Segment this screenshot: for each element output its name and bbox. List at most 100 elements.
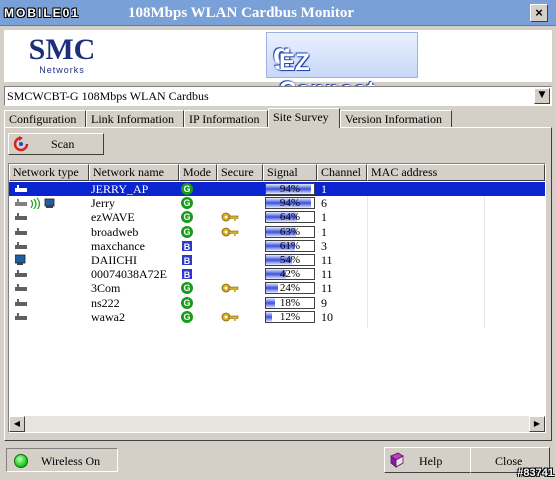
horizontal-scrollbar[interactable]: ◀ ▶ — [9, 416, 545, 432]
access-point-icon — [15, 270, 27, 278]
tab-version-information[interactable]: Version Information — [340, 110, 452, 128]
computer-icon — [15, 254, 26, 265]
table-row[interactable]: ezWAVE G 64% 1 — [9, 210, 485, 224]
mode-g-icon: G — [181, 296, 193, 309]
scan-button[interactable]: Scan — [8, 133, 104, 155]
column-header-secure[interactable]: Secure — [217, 164, 263, 181]
help-button-label: Help — [419, 454, 443, 468]
help-book-icon — [390, 452, 404, 468]
adhoc-network-icon — [15, 197, 55, 210]
channel-value: 11 — [321, 281, 333, 296]
window-close-button[interactable]: × — [530, 4, 548, 22]
mode-g-icon: G — [181, 310, 193, 323]
key-icon — [221, 212, 239, 222]
signal-meter: 64% — [265, 211, 315, 224]
scroll-right-icon[interactable]: ▶ — [529, 416, 545, 432]
access-point-icon — [15, 298, 27, 306]
window-title: 108Mbps WLAN Cardbus Monitor — [128, 5, 355, 21]
signal-meter: 94% — [265, 197, 315, 210]
device-select[interactable]: SMCWCBT-G 108Mbps WLAN Cardbus ▼ — [4, 86, 552, 106]
table-row[interactable]: wawa2 G 12% 10 — [9, 310, 485, 324]
scroll-left-icon[interactable]: ◀ — [9, 416, 25, 432]
tab-configuration[interactable]: Configuration — [4, 110, 86, 128]
access-point-icon — [15, 284, 27, 292]
channel-value: 10 — [321, 309, 333, 324]
refresh-icon — [13, 136, 29, 152]
table-row[interactable]: DAIICHI B 54% 11 — [9, 253, 485, 267]
column-header-signal[interactable]: Signal — [263, 164, 317, 181]
key-icon — [221, 312, 239, 322]
chevron-down-icon[interactable]: ▼ — [534, 88, 550, 104]
mode-g-icon: G — [181, 183, 193, 195]
smc-logo-subtext: Networks — [39, 65, 85, 75]
ez-connect-logo: EZ Connectg — [266, 32, 418, 104]
scan-button-label: Scan — [51, 137, 75, 151]
tab-ip-information[interactable]: IP Information — [184, 110, 268, 128]
mode-b-icon: B — [181, 268, 193, 281]
signal-meter: 12% — [265, 310, 315, 323]
network-name: maxchance — [91, 238, 145, 253]
tab-link-information[interactable]: Link Information — [86, 110, 184, 128]
table-row[interactable]: maxchance B 61% 3 — [9, 239, 485, 253]
network-name: 3Com — [91, 281, 121, 296]
column-header-network-type[interactable]: Network type — [9, 164, 89, 181]
signal-value: 12% — [279, 310, 301, 323]
access-point-icon — [15, 227, 27, 235]
access-point-icon — [15, 241, 27, 249]
tab-site-survey[interactable]: Site Survey — [268, 108, 340, 128]
access-point-icon — [15, 312, 27, 320]
table-row[interactable]: ns222 G 18% 9 — [9, 296, 485, 310]
mode-g-icon: G — [181, 211, 193, 224]
signal-value: 63% — [279, 225, 301, 238]
signal-meter: 54% — [265, 254, 315, 266]
signal-value: 61% — [279, 239, 301, 252]
network-name: Jerry — [91, 196, 115, 211]
network-name: JERRY_AP — [91, 182, 149, 196]
title-bar: MOBILE01 108Mbps WLAN Cardbus Monitor × — [0, 0, 556, 26]
signal-value: 18% — [279, 296, 301, 309]
signal-meter: 63% — [265, 225, 315, 238]
table-row[interactable]: 00074038A72E B 42% 11 — [9, 267, 485, 281]
signal-value: 94% — [279, 183, 301, 195]
mode-g-icon: G — [181, 225, 193, 238]
image-watermark: #83741 — [517, 467, 554, 479]
signal-meter: 24% — [265, 282, 315, 295]
help-button[interactable]: Help — [384, 447, 472, 473]
network-list[interactable]: Network type Network name Mode Secure Si… — [8, 163, 546, 433]
signal-value: 54% — [279, 254, 301, 266]
wireless-status-text: Wireless On — [41, 454, 101, 468]
smc-logo: SMC Networks — [20, 34, 104, 78]
mode-g-icon: G — [181, 282, 193, 295]
network-name: ezWAVE — [91, 210, 135, 225]
close-button-label: Close — [495, 454, 523, 468]
mode-b-icon: B — [181, 239, 193, 252]
mode-b-icon: B — [181, 254, 193, 266]
column-header-channel[interactable]: Channel — [317, 164, 367, 181]
column-header-mac-address[interactable]: MAC address — [367, 164, 545, 181]
device-select-value: SMCWCBT-G 108Mbps WLAN Cardbus — [7, 89, 209, 103]
signal-meter: 61% — [265, 239, 315, 252]
network-name: DAIICHI — [91, 253, 137, 267]
network-name: wawa2 — [91, 309, 125, 324]
key-icon — [221, 227, 239, 236]
column-header-mode[interactable]: Mode — [179, 164, 217, 181]
signal-value: 42% — [279, 268, 301, 281]
channel-value: 1 — [321, 182, 327, 196]
table-row[interactable]: 3Com G 24% 11 — [9, 281, 485, 295]
channel-value: 11 — [321, 253, 333, 267]
channel-value: 11 — [321, 267, 333, 282]
table-row[interactable]: Jerry G 94% 6 — [9, 196, 485, 210]
table-row[interactable]: JERRY_AP G 94% 1 — [9, 182, 485, 196]
selection-highlight — [485, 182, 545, 196]
signal-meter: 94% — [265, 183, 315, 195]
key-icon — [221, 283, 239, 293]
signal-meter: 18% — [265, 296, 315, 309]
table-row[interactable]: broadweb G 63% 1 — [9, 225, 485, 239]
column-header-network-name[interactable]: Network name — [89, 164, 179, 181]
channel-value: 1 — [321, 224, 327, 239]
network-name: ns222 — [91, 295, 120, 310]
network-name: 00074038A72E — [91, 267, 167, 282]
mode-g-icon: G — [181, 197, 193, 210]
brand-banner: SMC Networks EZ Connectg — [4, 30, 552, 104]
network-name: broadweb — [91, 224, 139, 239]
